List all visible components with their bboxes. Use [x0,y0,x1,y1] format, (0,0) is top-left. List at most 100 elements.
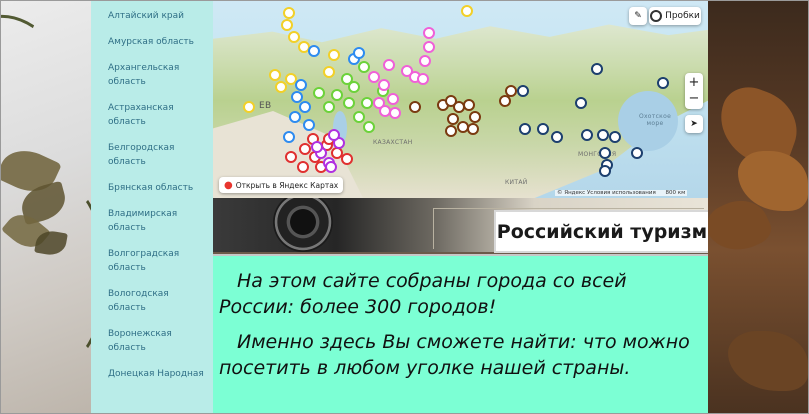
city-marker[interactable] [581,129,593,141]
city-marker[interactable] [467,123,479,135]
city-marker[interactable] [417,73,429,85]
background-right-photo [708,1,808,413]
city-marker[interactable] [517,85,529,97]
city-marker[interactable] [331,89,343,101]
geolocation-button[interactable]: ➤ [685,115,703,133]
ruler-icon: ✎ [634,11,642,21]
city-marker[interactable] [591,63,603,75]
traffic-label: Пробки [665,11,700,21]
sidebar-item-region[interactable]: Владимирская область [108,207,208,235]
sidebar-item-region[interactable]: Волгоградская область [108,247,208,275]
city-marker[interactable] [269,69,281,81]
navigation-arrow-icon: ➤ [690,119,698,129]
city-marker[interactable] [423,41,435,53]
zoom-control: + − [685,73,703,109]
city-marker[interactable] [328,129,340,141]
city-marker[interactable] [469,111,481,123]
intro-paragraph-2: Именно здесь Вы сможете найти: что можно… [219,331,690,379]
city-marker[interactable] [383,59,395,71]
city-marker[interactable] [409,101,421,113]
sidebar-item-region[interactable]: Воронежская область [108,327,208,355]
city-marker[interactable] [341,153,353,165]
city-marker[interactable] [353,111,365,123]
sidebar-item-region[interactable]: Алтайский край [108,9,208,23]
city-marker[interactable] [281,19,293,31]
region-list: Алтайский край Амурская область Архангельс… [91,1,213,381]
zoom-out-button[interactable]: − [689,91,700,107]
city-marker[interactable] [288,31,300,43]
city-marker[interactable] [389,107,401,119]
city-marker[interactable] [358,61,370,73]
sidebar-item-region[interactable]: Вологодская область [108,287,208,315]
sidebar-item-region[interactable]: Брянская область [108,181,208,195]
city-marker[interactable] [597,129,609,141]
city-marker[interactable] [445,125,457,137]
city-marker[interactable] [275,81,287,93]
map-terms-link[interactable]: © Яндекс Условия использования [557,190,656,196]
city-marker[interactable] [353,47,365,59]
city-marker[interactable] [303,119,315,131]
city-marker[interactable] [323,66,335,78]
sidebar-item-region[interactable]: Донецкая Народная [108,367,208,381]
city-marker[interactable] [575,97,587,109]
background-left-photo [1,1,91,413]
ruler-button[interactable]: ✎ [629,7,647,25]
city-marker[interactable] [505,85,517,97]
map-label-okhotsk: Охотское море [638,113,672,127]
city-marker[interactable] [308,45,320,57]
city-marker[interactable] [289,111,301,123]
city-marker[interactable] [387,93,399,105]
site-title: Российский туризм [496,220,708,243]
location-pin-icon: ● [224,179,233,191]
sidebar-item-region[interactable]: Архангельская область [108,61,208,89]
city-marker[interactable] [325,161,337,173]
city-marker[interactable] [323,101,335,113]
city-marker[interactable] [463,99,475,111]
city-marker[interactable] [423,27,435,39]
city-marker[interactable] [631,147,643,159]
map-scale: 800 км [665,190,686,196]
yandex-map[interactable]: КАЗАХСТАН МОНГОЛИЯ КИТАЙ ЕВ Охотское мор… [213,1,708,198]
intro-paragraph-1: На этом сайте собраны города со всей Рос… [219,270,627,318]
open-in-yandex-maps-label: Открыть в Яндекс Картах [235,180,339,190]
city-marker[interactable] [519,123,531,135]
map-label-kazakhstan: КАЗАХСТАН [373,139,413,146]
city-marker[interactable] [341,73,353,85]
zoom-in-button[interactable]: + [689,75,700,91]
city-marker[interactable] [657,77,669,89]
city-marker[interactable] [363,121,375,133]
city-marker[interactable] [551,131,563,143]
sidebar-item-region[interactable]: Амурская область [108,35,208,49]
map-copyright: © Яндекс Условия использования 800 км [555,190,688,196]
city-marker[interactable] [243,101,255,113]
city-marker[interactable] [419,55,431,67]
city-marker[interactable] [343,97,355,109]
site-title-box: Российский туризм [494,210,708,253]
map-label-china: КИТАЙ [505,179,528,186]
city-marker[interactable] [297,161,309,173]
city-marker[interactable] [285,151,297,163]
traffic-button[interactable]: Пробки [649,7,701,25]
city-marker[interactable] [311,141,323,153]
sidebar-item-region[interactable]: Белгородская область [108,141,208,169]
intro-content: На этом сайте собраны города со всей Рос… [213,254,708,413]
city-marker[interactable] [537,123,549,135]
city-marker[interactable] [461,5,473,17]
city-marker[interactable] [283,131,295,143]
regions-sidebar: Алтайский край Амурская область Архангельс… [91,1,213,413]
city-marker[interactable] [599,165,611,177]
open-in-yandex-maps-button[interactable]: ● Открыть в Яндекс Картах [219,177,344,193]
city-marker[interactable] [299,101,311,113]
city-marker[interactable] [295,79,307,91]
city-marker[interactable] [378,79,390,91]
city-marker[interactable] [361,97,373,109]
city-marker[interactable] [313,87,325,99]
sidebar-item-region[interactable]: Астраханская область [108,101,208,129]
traffic-icon [650,10,663,22]
city-marker[interactable] [609,131,621,143]
city-marker[interactable] [599,147,611,159]
city-marker[interactable] [328,49,340,61]
city-marker[interactable] [283,7,295,19]
page-frame: Алтайский край Амурская область Архангельс… [0,0,809,414]
map-label-ev: ЕВ [259,101,272,111]
